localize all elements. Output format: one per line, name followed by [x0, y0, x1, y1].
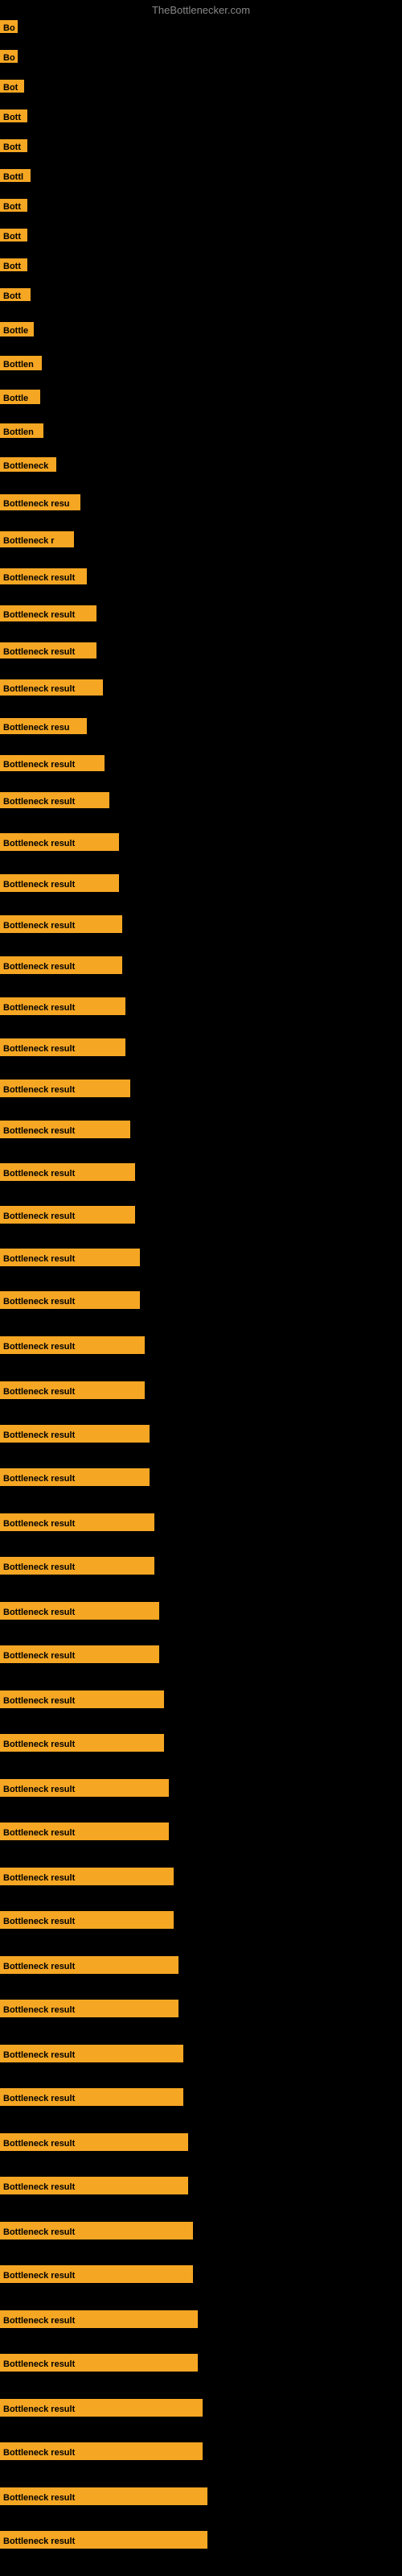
bottleneck-label-64: Bottleneck result: [0, 2531, 207, 2549]
bottleneck-label-41: Bottleneck result: [0, 1513, 154, 1531]
bottleneck-label-3: Bot: [0, 80, 24, 93]
bottleneck-label-10: Bott: [0, 288, 31, 301]
bottleneck-label-4: Bott: [0, 109, 27, 122]
bottleneck-label-39: Bottleneck result: [0, 1425, 150, 1443]
bottleneck-label-26: Bottleneck result: [0, 874, 119, 892]
bottleneck-label-9: Bott: [0, 258, 27, 271]
bottleneck-label-30: Bottleneck result: [0, 1038, 125, 1056]
bottleneck-label-36: Bottleneck result: [0, 1291, 140, 1309]
site-title: TheBottlenecker.com: [152, 4, 250, 16]
bottleneck-label-35: Bottleneck result: [0, 1249, 140, 1266]
bottleneck-label-53: Bottleneck result: [0, 2045, 183, 2062]
bottleneck-label-8: Bott: [0, 229, 27, 242]
bottleneck-label-2: Bo: [0, 50, 18, 63]
bottleneck-label-49: Bottleneck result: [0, 1868, 174, 1885]
bottleneck-label-63: Bottleneck result: [0, 2487, 207, 2505]
bottleneck-label-17: Bottleneck r: [0, 531, 74, 547]
bottleneck-label-34: Bottleneck result: [0, 1206, 135, 1224]
bottleneck-label-22: Bottleneck resu: [0, 718, 87, 734]
bottleneck-label-58: Bottleneck result: [0, 2265, 193, 2283]
bottleneck-label-24: Bottleneck result: [0, 792, 109, 808]
bottleneck-label-33: Bottleneck result: [0, 1163, 135, 1181]
bottleneck-label-20: Bottleneck result: [0, 642, 96, 658]
bottleneck-label-40: Bottleneck result: [0, 1468, 150, 1486]
bottleneck-label-52: Bottleneck result: [0, 2000, 178, 2017]
bottleneck-label-29: Bottleneck result: [0, 997, 125, 1015]
bottleneck-label-28: Bottleneck result: [0, 956, 122, 974]
bottleneck-label-32: Bottleneck result: [0, 1121, 130, 1138]
bottleneck-label-19: Bottleneck result: [0, 605, 96, 621]
bottleneck-label-45: Bottleneck result: [0, 1690, 164, 1708]
bottleneck-label-42: Bottleneck result: [0, 1557, 154, 1575]
bottleneck-label-38: Bottleneck result: [0, 1381, 145, 1399]
bottleneck-label-25: Bottleneck result: [0, 833, 119, 851]
bottleneck-label-46: Bottleneck result: [0, 1734, 164, 1752]
bottleneck-label-27: Bottleneck result: [0, 915, 122, 933]
bottleneck-label-59: Bottleneck result: [0, 2310, 198, 2328]
bottleneck-label-31: Bottleneck result: [0, 1080, 130, 1097]
bottleneck-label-44: Bottleneck result: [0, 1645, 159, 1663]
bottleneck-label-18: Bottleneck result: [0, 568, 87, 584]
bottleneck-label-55: Bottleneck result: [0, 2133, 188, 2151]
bottleneck-label-57: Bottleneck result: [0, 2222, 193, 2240]
bottleneck-label-37: Bottleneck result: [0, 1336, 145, 1354]
bottleneck-label-23: Bottleneck result: [0, 755, 105, 771]
bottleneck-label-11: Bottle: [0, 322, 34, 336]
bottleneck-label-16: Bottleneck resu: [0, 494, 80, 510]
bottleneck-label-12: Bottlen: [0, 356, 42, 370]
bottleneck-label-51: Bottleneck result: [0, 1956, 178, 1974]
bottleneck-label-14: Bottlen: [0, 423, 43, 438]
bottleneck-label-43: Bottleneck result: [0, 1602, 159, 1620]
bottleneck-label-54: Bottleneck result: [0, 2088, 183, 2106]
bottleneck-label-5: Bott: [0, 139, 27, 152]
bottleneck-label-60: Bottleneck result: [0, 2354, 198, 2372]
bottleneck-label-21: Bottleneck result: [0, 679, 103, 696]
bottleneck-label-47: Bottleneck result: [0, 1779, 169, 1797]
bottleneck-label-56: Bottleneck result: [0, 2177, 188, 2194]
bottleneck-label-61: Bottleneck result: [0, 2399, 203, 2417]
bottleneck-label-13: Bottle: [0, 390, 40, 404]
bottleneck-label-48: Bottleneck result: [0, 1823, 169, 1840]
bottleneck-label-50: Bottleneck result: [0, 1911, 174, 1929]
bottleneck-label-1: Bo: [0, 20, 18, 33]
bottleneck-label-7: Bott: [0, 199, 27, 212]
bottleneck-label-15: Bottleneck: [0, 457, 56, 472]
bottleneck-label-6: Bottl: [0, 169, 31, 182]
bottleneck-label-62: Bottleneck result: [0, 2442, 203, 2460]
